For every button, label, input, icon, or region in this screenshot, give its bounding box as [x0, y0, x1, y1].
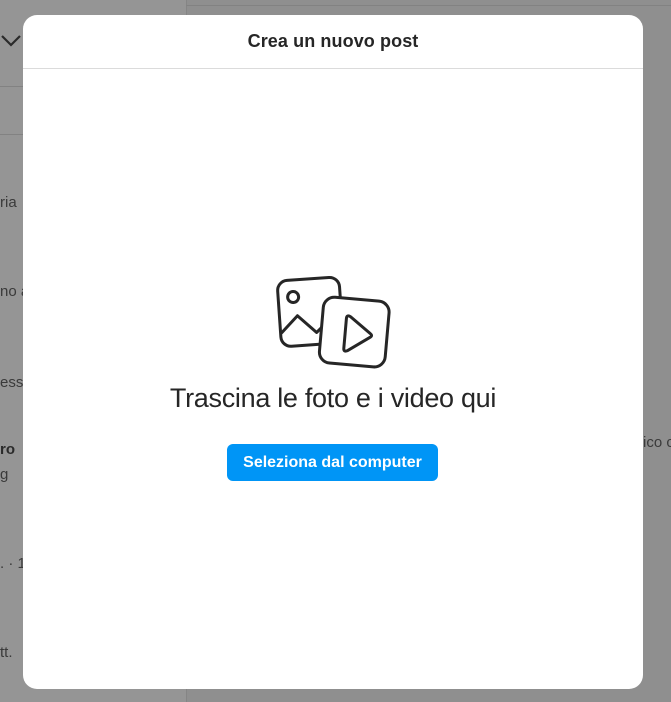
- select-from-computer-button[interactable]: Seleziona dal computer: [227, 444, 438, 481]
- dialog-title: Crea un nuovo post: [247, 31, 419, 51]
- modal-overlay: Crea un nuovo post Trascina le foto e i …: [0, 0, 671, 702]
- drop-zone[interactable]: Trascina le foto e i video qui Seleziona…: [23, 69, 643, 689]
- dialog-header: Crea un nuovo post: [23, 15, 643, 69]
- create-post-dialog: Crea un nuovo post Trascina le foto e i …: [23, 15, 643, 689]
- photo-video-icon: [276, 275, 391, 369]
- drop-instructions: Trascina le foto e i video qui: [169, 383, 497, 413]
